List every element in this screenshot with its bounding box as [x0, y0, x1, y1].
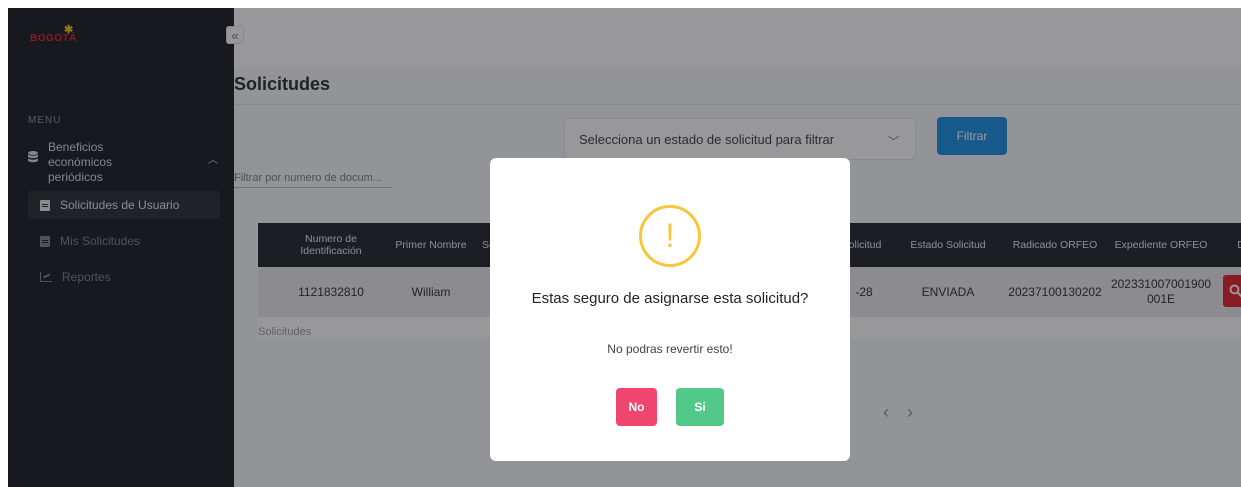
dialog-title: Estas seguro de asignarse esta solicitud… [531, 290, 809, 307]
no-button[interactable]: No [616, 388, 657, 426]
yes-button[interactable]: Si [676, 388, 724, 426]
dialog-message: No podras revertir esto! [607, 342, 733, 356]
confirm-dialog: ! Estas seguro de asignarse esta solicit… [490, 158, 850, 461]
warning-icon: ! [639, 205, 701, 267]
